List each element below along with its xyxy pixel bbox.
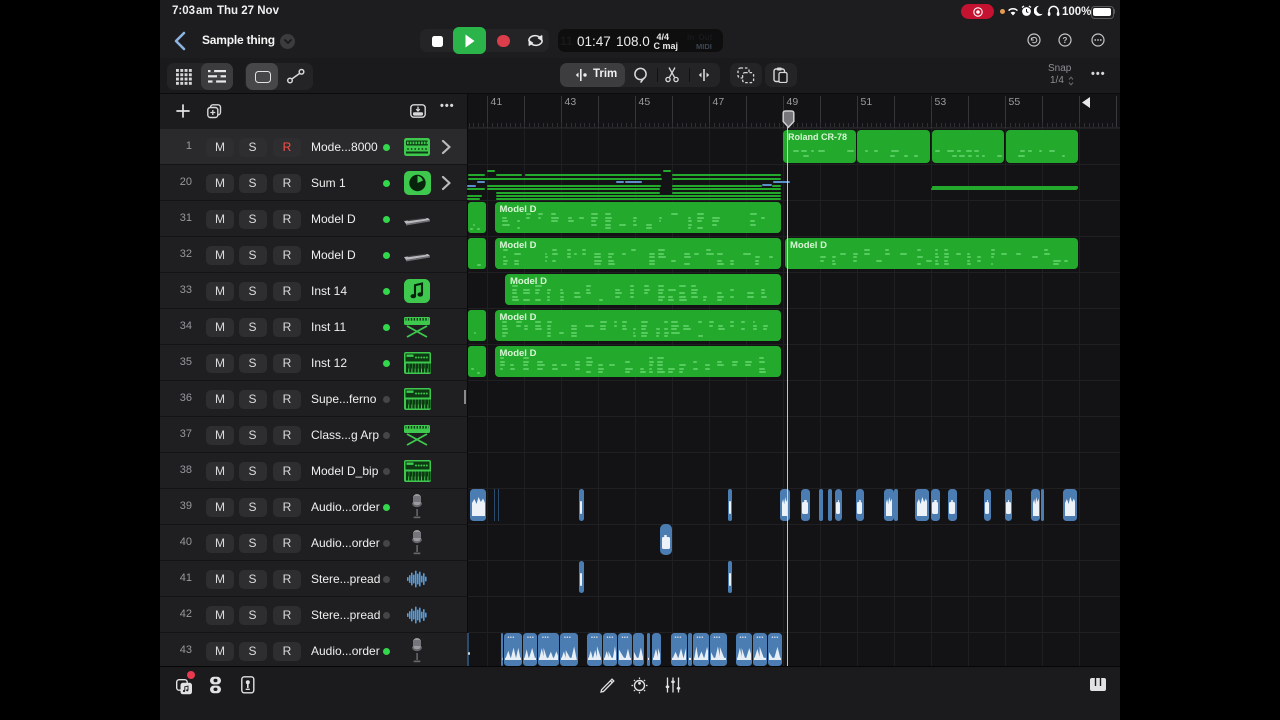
svg-text:?: ? (1063, 36, 1068, 45)
